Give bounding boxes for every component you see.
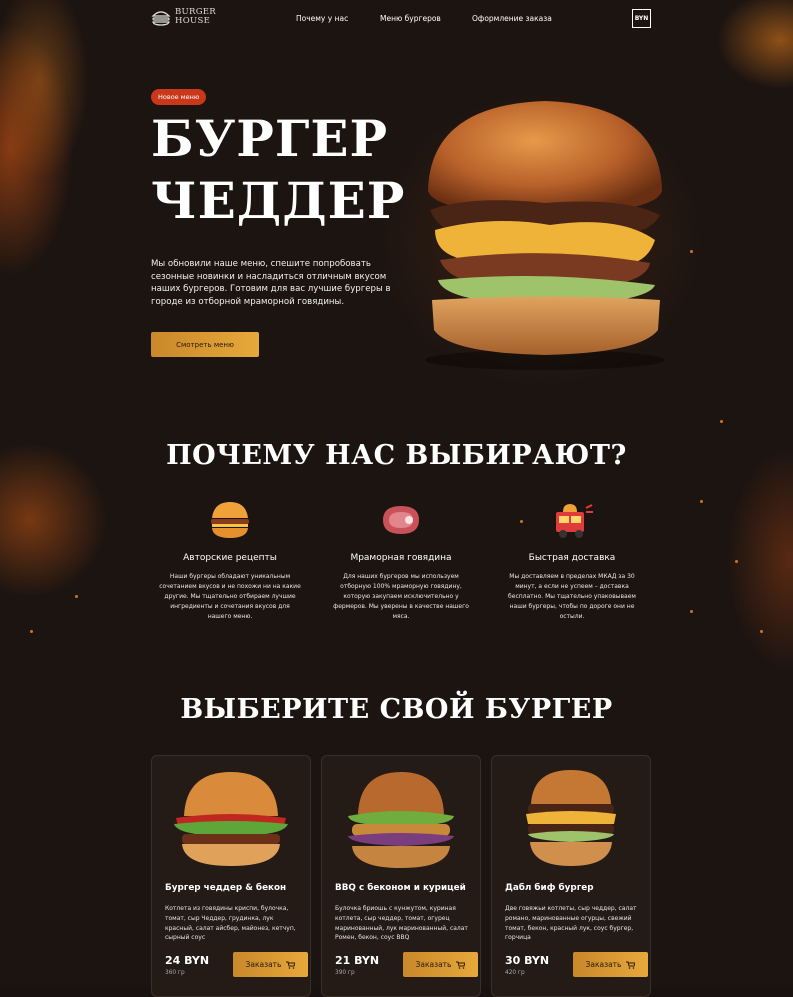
site-header: BURGER HOUSE Почему у нас Меню бургеров … [0, 0, 793, 36]
product-description: Две говяжьи котлеты, сыр чеддер, салат р… [505, 905, 637, 942]
order-button-label: Заказать [245, 960, 282, 969]
feature-card: Мраморная говядина Для наших бургеров мы… [321, 500, 481, 622]
products-heading: ВЫБЕРИТЕ СВОЙ БУРГЕР [180, 694, 613, 725]
steak-icon [383, 506, 419, 534]
order-button[interactable]: Заказать [403, 952, 478, 977]
product-card: BBQ с беконом и курицей Булочка бриошь с… [321, 755, 481, 997]
burger-image [174, 772, 288, 866]
hero-burger-image [425, 101, 665, 370]
product-weight: 420 гр [505, 970, 525, 976]
feature-card: Быстрая доставка Мы доставляем в предела… [492, 500, 652, 622]
product-price: 30 BYN [505, 954, 550, 967]
feature-title: Авторские рецепты [183, 553, 277, 563]
order-button-label: Заказать [585, 960, 622, 969]
why-heading: ПОЧЕМУ НАС ВЫБИРАЮТ? [166, 440, 627, 471]
cart-icon [626, 961, 636, 969]
nav-link-order[interactable]: Оформление заказа [472, 14, 552, 23]
brand-name-line2: HOUSE [175, 16, 211, 26]
brand-logo[interactable]: BURGER HOUSE [151, 8, 216, 26]
feature-text: Наши бургеры обладают уникальным сочетан… [159, 573, 301, 620]
hero-description: Мы обновили наше меню, спешите попробова… [151, 259, 391, 307]
burger-image [348, 772, 454, 868]
hero-title: БУРГЕР ЧЕДДЕР [151, 108, 431, 232]
cart-icon [456, 961, 466, 969]
nav-link-why[interactable]: Почему у нас [296, 14, 348, 23]
delivery-truck-icon [556, 504, 593, 538]
product-title: Бургер чеддер & бекон [165, 883, 287, 893]
burger-logo-icon [151, 11, 171, 26]
burger-icon [211, 502, 249, 538]
feature-text: Мы доставляем в пределах МКАД за 30 мину… [508, 573, 636, 620]
product-description: Булочка бриошь с кунжутом, куриная котле… [335, 905, 468, 942]
feature-text: Для наших бургеров мы используем отборну… [333, 573, 469, 620]
hero-title-line2: ЧЕДДЕР [151, 171, 406, 230]
product-card: Бургер чеддер & бекон Котлета из говядин… [151, 755, 311, 997]
product-price: 21 BYN [335, 954, 380, 967]
order-button[interactable]: Заказать [233, 952, 308, 977]
product-weight: 360 гр [165, 970, 185, 976]
product-title: Дабл биф бургер [505, 883, 594, 893]
new-menu-badge: Новое меню [151, 89, 207, 105]
product-title: BBQ с беконом и курицей [335, 883, 466, 893]
feature-title: Быстрая доставка [528, 553, 616, 563]
product-description: Котлета из говядины криспи, булочка, том… [165, 905, 296, 942]
feature-card: Авторские рецепты Наши бургеры обладают … [150, 500, 310, 622]
product-weight: 390 гр [335, 970, 355, 976]
view-menu-button[interactable]: Смотреть меню [151, 332, 259, 357]
order-button[interactable]: Заказать [573, 952, 648, 977]
product-card: Дабл биф бургер Две говяжьи котлеты, сыр… [491, 755, 651, 997]
burger-image [526, 770, 616, 866]
order-button-label: Заказать [415, 960, 452, 969]
product-price: 24 BYN [165, 954, 210, 967]
hero-title-line1: БУРГЕР [151, 109, 389, 168]
feature-title: Мраморная говядина [350, 553, 452, 563]
currency-button[interactable]: BYN [632, 9, 651, 28]
nav-link-menu[interactable]: Меню бургеров [380, 14, 441, 23]
cart-icon [286, 961, 296, 969]
